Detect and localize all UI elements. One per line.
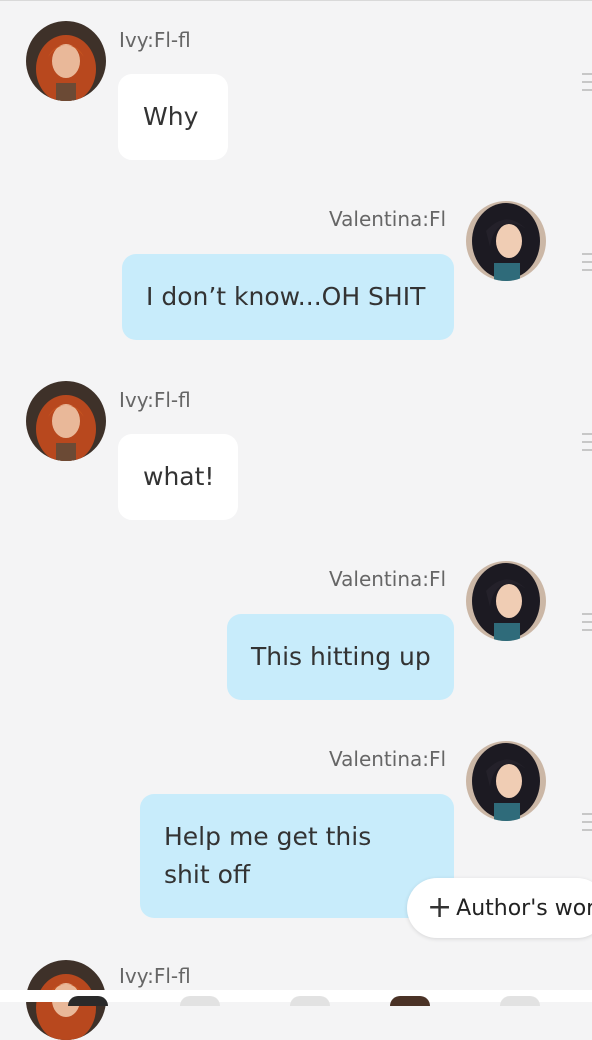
message-menu-icon[interactable] <box>582 613 592 633</box>
valentina-avatar[interactable] <box>466 201 546 281</box>
message-text: This hitting up <box>251 642 431 671</box>
message-text: I don’t know...OH SHIT <box>146 282 426 311</box>
sender-name: Ivy:Fl-fl <box>119 964 191 988</box>
message-bubble[interactable]: Help me get this shit off <box>140 794 454 918</box>
toolbar-icon[interactable] <box>180 996 220 1006</box>
ivy-avatar[interactable] <box>26 381 106 461</box>
message-text: what! <box>143 462 215 491</box>
message-menu-icon[interactable] <box>582 433 592 453</box>
sender-name: Valentina:Fl <box>329 207 447 231</box>
toolbar-avatar-icon[interactable] <box>390 996 430 1006</box>
sender-name: Valentina:Fl <box>329 747 447 771</box>
plus-icon: + <box>427 890 453 925</box>
message-bubble[interactable]: Why <box>118 74 228 160</box>
ivy-avatar[interactable] <box>26 21 106 101</box>
message-menu-icon[interactable] <box>582 813 592 833</box>
valentina-avatar[interactable] <box>466 741 546 821</box>
toolbar-icon[interactable] <box>290 996 330 1006</box>
top-divider <box>0 0 592 1</box>
sender-name: Ivy:Fl-fl <box>119 388 191 412</box>
message-bubble[interactable]: This hitting up <box>227 614 454 700</box>
valentina-avatar[interactable] <box>466 561 546 641</box>
toolbar-avatar-icon[interactable] <box>68 996 108 1006</box>
toolbar-icon[interactable] <box>500 996 540 1006</box>
sender-name: Valentina:Fl <box>329 567 447 591</box>
message-text: Why <box>143 102 199 131</box>
sender-name: Ivy:Fl-fl <box>119 28 191 52</box>
message-bubble[interactable]: I don’t know...OH SHIT <box>122 254 454 340</box>
message-menu-icon[interactable] <box>582 73 592 93</box>
message-menu-icon[interactable] <box>582 253 592 273</box>
authors-word-button[interactable]: + Author's wor <box>407 878 592 938</box>
message-text: Help me get this shit off <box>164 822 372 889</box>
authors-word-label: Author's wor <box>456 895 592 921</box>
message-bubble[interactable]: what! <box>118 434 238 520</box>
